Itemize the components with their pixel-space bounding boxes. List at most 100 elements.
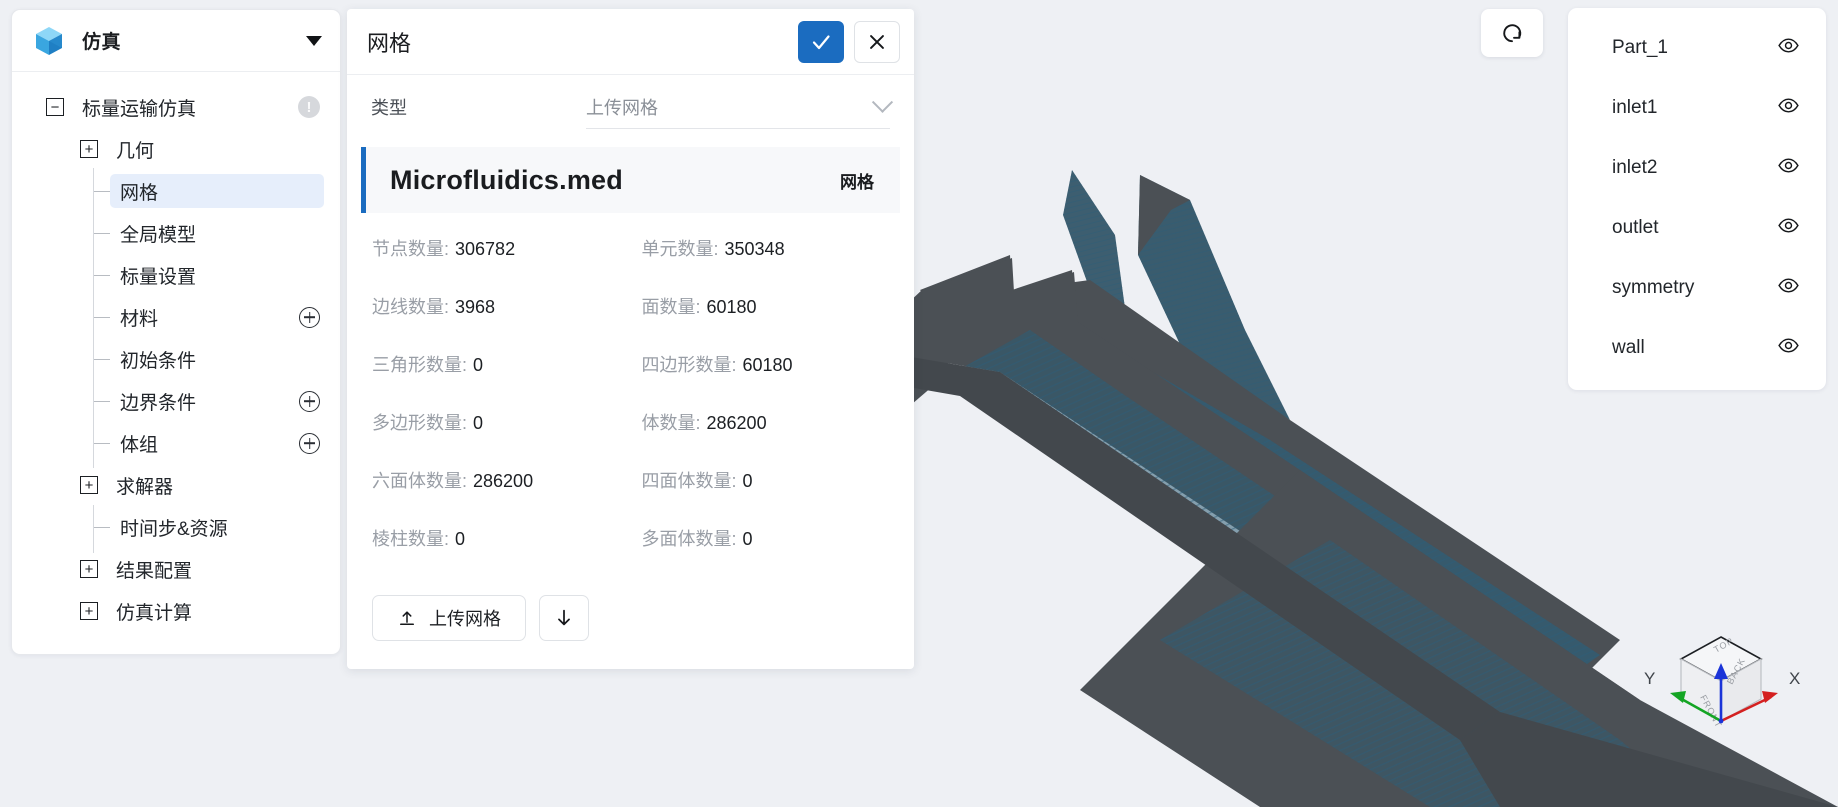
part-row[interactable]: inlet2 <box>1568 138 1826 198</box>
app-title: 仿真 <box>82 32 122 53</box>
mesh-file-name: Microfluidics.med <box>390 164 623 195</box>
mesh-type-select[interactable]: 上传网格 <box>586 85 894 129</box>
tree-item-volume-group[interactable]: 体组 <box>12 422 340 464</box>
stat-key: 节点数量: <box>372 239 450 259</box>
stat-item: 边线数量: 3968 <box>361 293 631 351</box>
tree-branch-dash <box>94 316 110 318</box>
tree-item-label: 标量设置 <box>120 266 197 288</box>
chevron-down-icon <box>871 91 894 113</box>
stat-key: 四边形数量: <box>641 355 737 375</box>
part-row[interactable]: Part_1 <box>1568 18 1826 78</box>
add-material-button[interactable] <box>299 306 320 328</box>
mesh-statistics-grid: 节点数量: 306782 单元数量: 350348 边线数量: 3968 面数量… <box>347 213 914 589</box>
tree-item-mesh[interactable]: 网格 <box>12 170 340 212</box>
mesh-type-row: 类型 上传网格 <box>347 75 914 139</box>
stat-value: 60180 <box>742 355 793 375</box>
tree-item-timestep-resources[interactable]: 时间步&资源 <box>12 506 340 548</box>
stat-key: 多边形数量: <box>372 413 468 433</box>
cancel-button[interactable] <box>854 20 900 63</box>
expand-plus-icon[interactable]: + <box>80 560 98 578</box>
stat-value: 350348 <box>724 239 785 259</box>
dialog-footer: 上传网格 <box>347 589 914 669</box>
reset-view-button[interactable] <box>1481 9 1543 57</box>
add-volume-group-button[interactable] <box>299 432 320 454</box>
tree-item-label: 求解器 <box>116 476 174 498</box>
gizmo-x-label: X <box>1789 669 1801 688</box>
warning-badge: ! <box>298 96 320 118</box>
tree-branch-dash <box>94 190 110 192</box>
check-icon <box>812 34 830 49</box>
part-row[interactable]: symmetry <box>1568 258 1826 318</box>
add-boundary-condition-button[interactable] <box>299 390 320 412</box>
reset-view-icon <box>1503 24 1522 43</box>
part-row[interactable]: inlet1 <box>1568 78 1826 138</box>
upload-mesh-button[interactable]: 上传网格 <box>372 595 526 641</box>
stat-key: 面数量: <box>641 297 701 317</box>
stat-value: 0 <box>473 413 484 433</box>
mesh-file-kind: 网格 <box>840 172 874 192</box>
tree-item-scalar-settings[interactable]: 标量设置 <box>12 254 340 296</box>
parts-visibility-panel: Part_1 inlet1 inlet2 outlet symmetry wal… <box>1568 8 1826 390</box>
eye-icon[interactable] <box>1777 274 1800 302</box>
stat-item: 六面体数量: 286200 <box>361 467 631 525</box>
stat-item: 单元数量: 350348 <box>631 235 901 293</box>
close-icon <box>870 34 884 49</box>
tree-item-label: 全局模型 <box>120 224 197 246</box>
tree-item-label: 网格 <box>120 182 159 204</box>
stat-item: 体数量: 286200 <box>631 409 901 467</box>
stat-value: 0 <box>455 529 466 549</box>
tree-item-result-config[interactable]: + 结果配置 <box>12 548 340 590</box>
confirm-button[interactable] <box>798 20 844 63</box>
eye-icon[interactable] <box>1777 94 1800 122</box>
dialog-header: 网格 <box>347 9 914 75</box>
tree-item-solver[interactable]: + 求解器 <box>12 464 340 506</box>
tree-item-label: 初始条件 <box>120 350 197 372</box>
tree-item-simulation-run[interactable]: + 仿真计算 <box>12 590 340 632</box>
expand-plus-icon[interactable]: + <box>80 476 98 494</box>
stat-key: 边线数量: <box>372 297 450 317</box>
download-mesh-button[interactable] <box>539 595 589 641</box>
stat-value: 0 <box>742 471 753 491</box>
stat-value: 60180 <box>706 297 757 317</box>
stat-key: 三角形数量: <box>372 355 468 375</box>
mesh-type-label: 类型 <box>371 98 407 118</box>
tree-item-label: 仿真计算 <box>116 602 193 624</box>
part-row[interactable]: outlet <box>1568 198 1826 258</box>
upload-icon <box>400 611 414 625</box>
expand-plus-icon[interactable]: + <box>80 140 98 158</box>
tree-branch-dash <box>94 442 110 444</box>
expand-plus-icon[interactable]: + <box>80 602 98 620</box>
mesh-type-value: 上传网格 <box>586 97 658 118</box>
download-arrow-icon <box>558 609 570 626</box>
stat-key: 多面体数量: <box>641 529 737 549</box>
dialog-title: 网格 <box>367 30 412 56</box>
tree-item-scalar-transport-sim[interactable]: − 标量运输仿真 ! <box>12 86 340 128</box>
eye-icon[interactable] <box>1777 154 1800 182</box>
stat-item: 四边形数量: 60180 <box>631 351 901 409</box>
part-name: wall <box>1612 337 1645 358</box>
chevron-down-icon[interactable] <box>306 35 322 46</box>
mesh-file-card[interactable]: Microfluidics.med 网格 <box>361 147 900 213</box>
axis-orientation-gizmo[interactable]: FRONT BACK TOP X Y <box>1626 609 1816 769</box>
tree-item-label: 边界条件 <box>120 392 197 414</box>
stat-item: 多面体数量: 0 <box>631 525 901 583</box>
dialog-actions <box>798 20 900 63</box>
tree-item-label: 体组 <box>120 434 159 456</box>
eye-icon[interactable] <box>1777 34 1800 62</box>
stat-key: 单元数量: <box>641 239 719 259</box>
gizmo-y-label: Y <box>1644 669 1656 688</box>
tree-branch-dash <box>94 400 110 402</box>
mesh-dialog: 网格 类型 上传网格 Microfluidics.med 网格 节点数量: 30… <box>347 9 914 669</box>
tree-item-initial-conditions[interactable]: 初始条件 <box>12 338 340 380</box>
tree-item-global-model[interactable]: 全局模型 <box>12 212 340 254</box>
collapse-minus-icon[interactable]: − <box>46 98 64 116</box>
stat-key: 棱柱数量: <box>372 529 450 549</box>
left-sidebar: 仿真 − 标量运输仿真 ! + 几何 网格 全局模型 标量设置 材料 初始条件 … <box>11 9 341 655</box>
eye-icon[interactable] <box>1777 214 1800 242</box>
tree-item-geometry[interactable]: + 几何 <box>12 128 340 170</box>
part-row[interactable]: wall <box>1568 318 1826 378</box>
tree-item-boundary-conditions[interactable]: 边界条件 <box>12 380 340 422</box>
eye-icon[interactable] <box>1777 334 1800 362</box>
part-name: symmetry <box>1612 277 1695 298</box>
tree-item-material[interactable]: 材料 <box>12 296 340 338</box>
